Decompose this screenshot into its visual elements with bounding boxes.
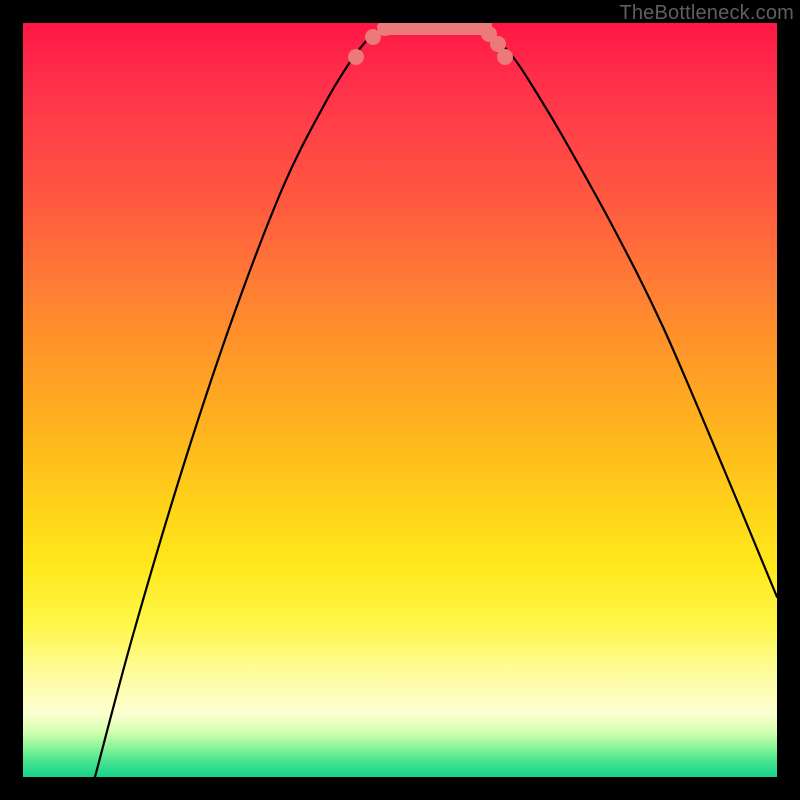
chart-svg <box>23 23 777 777</box>
watermark-text: TheBottleneck.com <box>619 2 794 25</box>
bottleneck-curve <box>95 25 777 777</box>
plot-area <box>23 23 777 777</box>
marker-dot <box>348 49 364 65</box>
chart-frame: TheBottleneck.com <box>0 0 800 800</box>
marker-dot <box>497 49 513 65</box>
